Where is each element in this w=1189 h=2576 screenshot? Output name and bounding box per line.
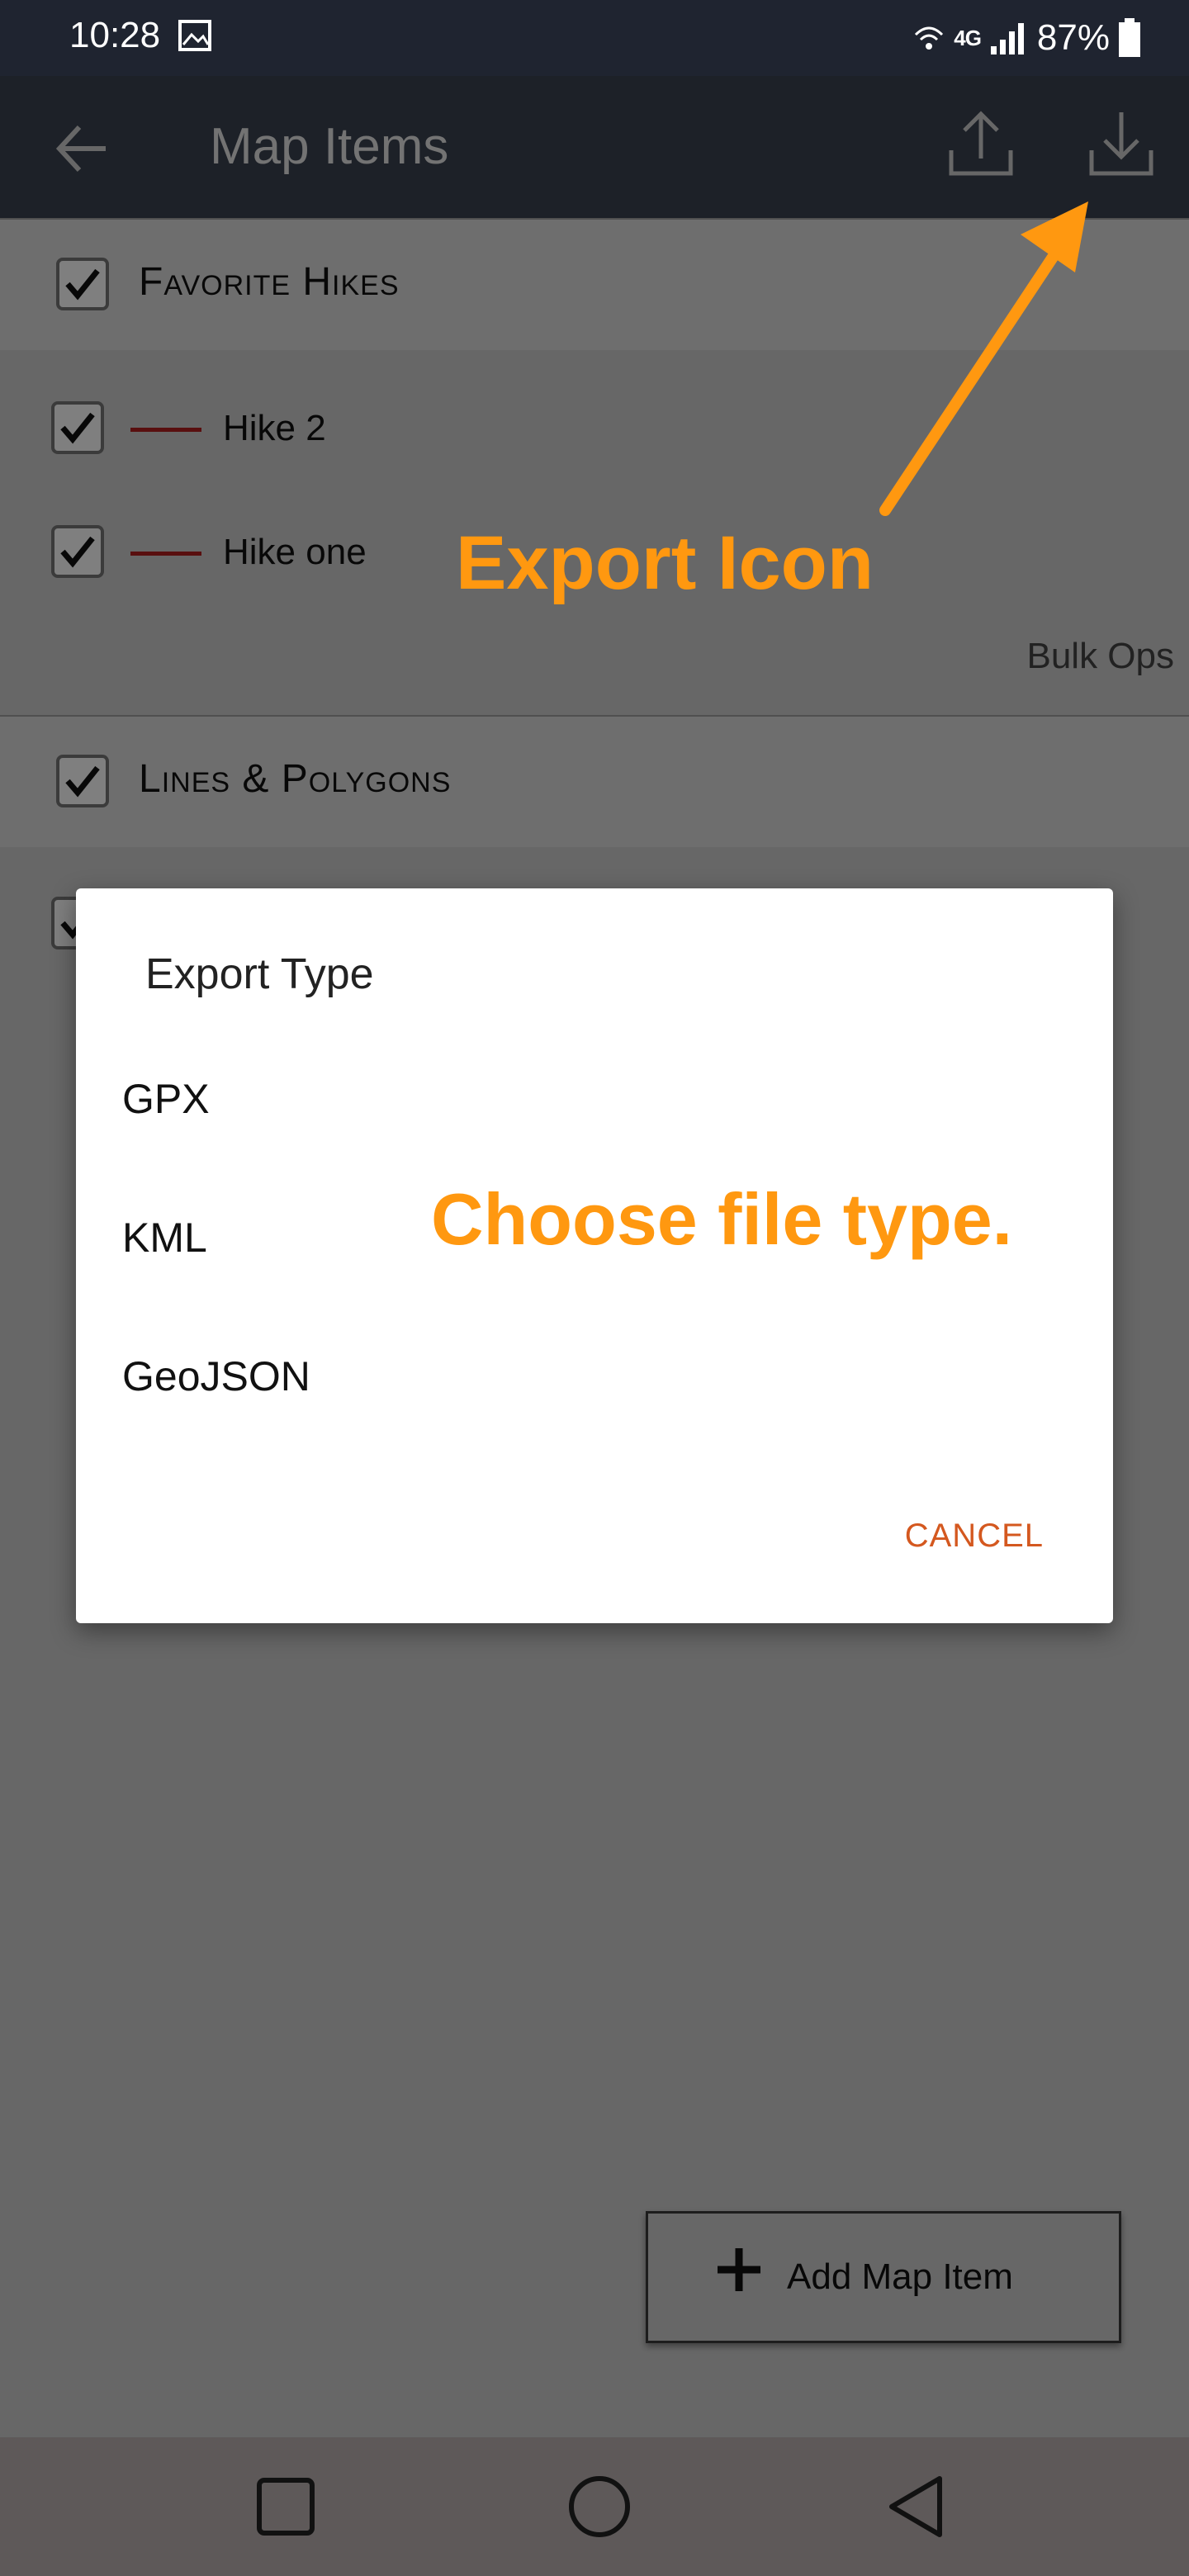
option-geojson[interactable]: GeoJSON: [122, 1352, 310, 1400]
annotation-choose-file-type: Choose file type.: [431, 1178, 1013, 1260]
signal-icon: [990, 23, 1024, 54]
status-time: 10:28: [69, 15, 161, 55]
image-icon: [178, 20, 211, 51]
recent-apps-icon[interactable]: [246, 2467, 325, 2546]
dialog-title: Export Type: [145, 950, 374, 998]
status-right-group: 4G 87%: [912, 13, 1141, 63]
cancel-button[interactable]: CANCEL: [905, 1518, 1044, 1555]
option-kml[interactable]: KML: [122, 1214, 207, 1262]
annotation-export-icon: Export Icon: [456, 521, 874, 605]
navigation-bar: [0, 2437, 1189, 2576]
battery-percent: 87%: [1036, 17, 1110, 58]
wifi-icon: [915, 26, 944, 50]
battery-icon: [1119, 18, 1140, 57]
back-icon[interactable]: [877, 2467, 956, 2546]
network-type: 4G: [954, 25, 982, 50]
option-gpx[interactable]: GPX: [122, 1075, 210, 1123]
status-bar: 10:28 4G 87%: [0, 0, 1189, 76]
home-icon[interactable]: [560, 2467, 639, 2546]
